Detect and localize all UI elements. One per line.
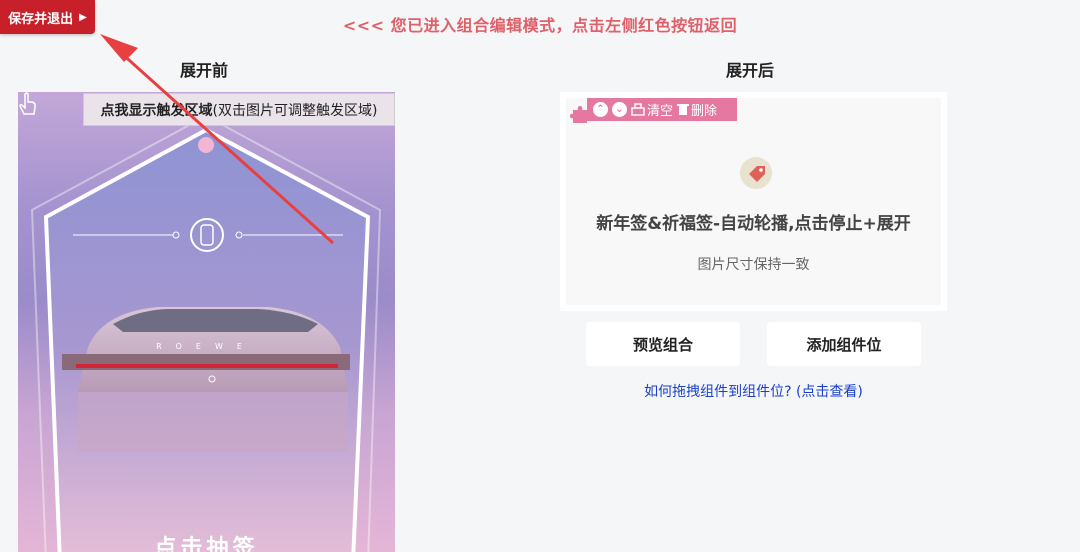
trash-icon [677, 104, 690, 115]
delete-label: 删除 [691, 104, 718, 119]
hint-sub-label: (双击图片可调整触发区域) [212, 102, 378, 119]
tap-to-draw-label: 点击抽签 [154, 536, 259, 552]
component-title: 新年签&祈福签-自动轮播,点击停止+展开 [596, 214, 911, 234]
hint-main-label: 点我显示触发区域 [100, 102, 213, 119]
before-expand-title: 展开前 [180, 61, 229, 80]
component-toolbar: ⌃ ⌄ 清空 删除 [587, 98, 737, 121]
drag-help-link[interactable]: 如何拖拽组件到组件位? (点击查看) [560, 381, 947, 401]
clear-button[interactable]: 清空 [631, 100, 673, 119]
clear-label: 清空 [647, 104, 674, 119]
lot-card-illustration: ROEWE [30, 114, 382, 552]
svg-text:ROEWE: ROEWE [156, 342, 256, 351]
clear-icon [631, 103, 645, 116]
after-expand-title: 展开后 [726, 61, 775, 80]
edit-mode-notice: <<< 您已进入组合编辑模式，点击左侧红色按钮返回 [342, 16, 738, 35]
show-trigger-area-button[interactable]: 点我显示触发区域 (双击图片可调整触发区域) [83, 93, 395, 126]
preview-combination-button[interactable]: 预览组合 [586, 322, 740, 366]
expand-down-icon[interactable]: ⌄ [612, 102, 627, 117]
component-subtitle: 图片尺寸保持一致 [697, 257, 810, 273]
delete-button[interactable]: 删除 [677, 100, 717, 119]
add-component-slot-button[interactable]: 添加组件位 [767, 322, 921, 366]
tag-icon [740, 157, 772, 189]
collapse-up-icon[interactable]: ⌃ [593, 102, 608, 117]
tap-hand-icon [19, 92, 36, 115]
before-preview-image[interactable]: ROEWE 点击抽签 [18, 92, 395, 552]
